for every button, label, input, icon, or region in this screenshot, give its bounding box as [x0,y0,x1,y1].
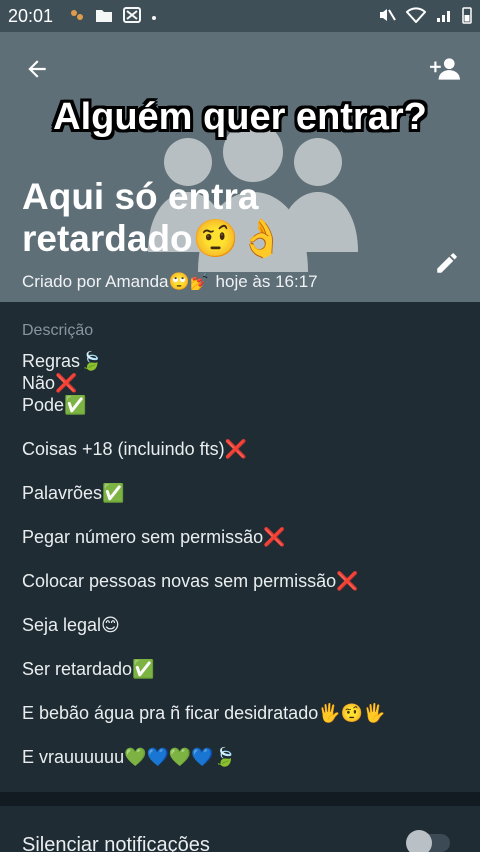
group-name: Aqui só entra retardado🤨👌 [22,176,285,259]
add-participant-icon[interactable] [428,52,462,86]
description-gap [22,548,458,570]
description-line: Pode✅ [22,395,87,415]
signal-icon [436,7,452,26]
status-time: 20:01 [8,5,54,26]
description-gap [22,636,458,658]
description-line: E vrauuuuuu💚💙💚💙🍃 [22,747,237,767]
group-header: Alguém quer entrar? Aqui só entra retard… [0,32,480,302]
mute-notifications-label: Silenciar notificações [22,834,210,852]
wifi-icon [405,6,427,26]
description-line: Regras🍃 [22,351,103,371]
description-line: Seja legal😊 [22,615,120,635]
group-created-info: Criado por Amanda🙄💅 hoje às 16:17 [22,272,318,291]
mute-notifications-row[interactable]: Silenciar notificações [0,806,480,852]
status-bar: 20:01 [0,0,480,32]
description-line: Não❌ [22,373,78,393]
description-gap [22,416,458,438]
description-line: Colocar pessoas novas sem permissão❌ [22,571,359,591]
mute-notifications-toggle[interactable] [406,830,450,852]
description-gap [22,680,458,702]
description-line: Ser retardado✅ [22,659,155,679]
overlay-caption: Alguém quer entrar? [53,96,427,138]
section-divider [0,792,480,806]
description-line: Coisas +18 (incluindo fts)❌ [22,439,248,459]
description-line: E bebão água pra ñ ficar desidratado🖐🤨🖐 [22,703,386,723]
status-right-icons [378,6,472,27]
edit-pencil-icon[interactable] [430,246,464,280]
dot-icon [151,8,157,24]
app-notification-icon [69,7,85,26]
description-line: Pegar número sem permissão❌ [22,527,286,547]
group-description[interactable]: Descrição Regras🍃 Não❌ Pode✅ Coisas +18 (in… [0,302,480,792]
gallery-icon [123,6,142,26]
battery-icon [462,6,472,27]
description-gap [22,504,458,526]
description-label: Descrição [22,322,94,339]
description-line: Palavrões✅ [22,483,125,503]
description-gap [22,460,458,482]
back-arrow-icon[interactable] [20,52,54,86]
toggle-knob [406,830,432,852]
description-gap [22,724,458,746]
description-gap [22,592,458,614]
folder-icon [95,7,113,26]
description-text: Regras🍃 Não❌ Pode✅ Coisas +18 (incluindo ft… [22,350,458,768]
mute-icon [378,7,396,26]
